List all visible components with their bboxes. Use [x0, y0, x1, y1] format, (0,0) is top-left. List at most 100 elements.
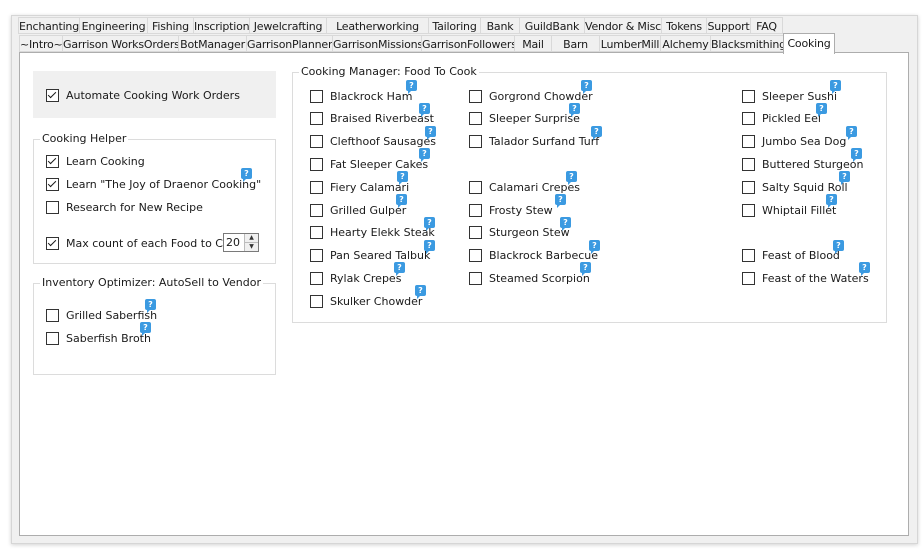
tab-support[interactable]: Support	[706, 17, 751, 34]
checkbox-box[interactable]	[46, 88, 59, 102]
braised-riverbeast-checkbox[interactable]: Braised Riverbeast	[310, 111, 434, 127]
spin-up-icon[interactable]: ▲	[244, 234, 258, 243]
help-icon[interactable]: ?	[419, 148, 430, 163]
skulker-chowder-checkbox[interactable]: Skulker Chowder	[310, 293, 422, 309]
checkbox-box[interactable]	[742, 203, 755, 217]
rylak-crepes-checkbox[interactable]: Rylak Crepes	[310, 270, 401, 286]
tab-guildbank[interactable]: GuildBank	[519, 17, 585, 34]
pickled-eel-checkbox[interactable]: Pickled Eel	[742, 111, 821, 127]
checkbox-box[interactable]	[310, 271, 323, 285]
tab-blacksmithing[interactable]: Blacksmithing	[710, 35, 784, 52]
learn-the-joy-of-draenor-cooking-checkbox[interactable]: Learn "The Joy of Draenor Cooking"	[46, 176, 261, 192]
checkbox-box[interactable]	[46, 177, 59, 191]
tab-bank[interactable]: Bank	[480, 17, 520, 34]
checkbox-box[interactable]	[742, 135, 755, 149]
help-icon[interactable]: ?	[424, 239, 435, 254]
checkbox-box[interactable]	[310, 89, 323, 103]
help-icon[interactable]: ?	[425, 125, 436, 140]
help-icon[interactable]: ?	[396, 194, 407, 208]
tab-alchemy[interactable]: Alchemy	[660, 35, 711, 52]
calamari-crepes-checkbox[interactable]: Calamari Crepes	[469, 179, 580, 195]
whiptail-fillet-checkbox[interactable]: Whiptail Fillet	[742, 202, 836, 218]
tab-garrison-worksorders[interactable]: Garrison WorksOrders	[62, 35, 179, 52]
help-icon[interactable]: ?	[419, 102, 430, 117]
tab-faq[interactable]: FAQ	[750, 17, 783, 34]
salty-squid-roll-checkbox[interactable]: Salty Squid Roll	[742, 179, 848, 195]
tab-jewelcrafting[interactable]: Jewelcrafting	[249, 17, 327, 34]
help-icon[interactable]: ?	[394, 262, 405, 277]
tab-lumbermill[interactable]: LumberMill	[599, 35, 661, 52]
tab-leatherworking[interactable]: Leatherworking	[326, 17, 429, 34]
help-icon[interactable]: ?	[833, 239, 844, 254]
hearty-elekk-steak-checkbox[interactable]: Hearty Elekk Steak	[310, 225, 435, 241]
clefthoof-sausages-checkbox[interactable]: Clefthoof Sausages	[310, 134, 436, 150]
checkbox-box[interactable]	[46, 154, 59, 168]
tab-mail[interactable]: Mail	[514, 35, 552, 52]
frosty-stew-checkbox[interactable]: Frosty Stew	[469, 202, 553, 218]
help-icon[interactable]: ?	[589, 239, 600, 254]
tab-garrisonplanner[interactable]: GarrisonPlanner	[246, 35, 333, 52]
pan-seared-talbuk-checkbox[interactable]: Pan Seared Talbuk	[310, 248, 430, 264]
checkbox-box[interactable]	[310, 180, 323, 194]
tab-cooking[interactable]: Cooking	[783, 33, 835, 54]
max-count-value[interactable]: 20	[226, 236, 240, 249]
checkbox-box[interactable]	[742, 271, 755, 285]
checkbox-box[interactable]	[742, 112, 755, 126]
checkbox-box[interactable]	[310, 226, 323, 240]
help-icon[interactable]: ?	[397, 171, 408, 186]
checkbox-box[interactable]	[310, 157, 323, 171]
help-icon[interactable]: ?	[566, 171, 577, 186]
checkbox-box[interactable]	[742, 89, 755, 103]
gorgrond-chowder-checkbox[interactable]: Gorgrond Chowder	[469, 88, 593, 104]
tab-garrisonmissions[interactable]: GarrisonMissions	[332, 35, 422, 52]
checkbox-box[interactable]	[310, 135, 323, 149]
checkbox-box[interactable]	[310, 112, 323, 126]
sleeper-sushi-checkbox[interactable]: Sleeper Sushi	[742, 88, 837, 104]
blackrock-barbecue-checkbox[interactable]: Blackrock Barbecue	[469, 248, 598, 264]
checkbox-box[interactable]	[469, 180, 482, 194]
fiery-calamari-checkbox[interactable]: Fiery Calamari	[310, 179, 409, 195]
help-icon[interactable]: ?	[591, 125, 602, 140]
checkbox-box[interactable]	[469, 89, 482, 103]
tab-barn[interactable]: Barn	[551, 35, 600, 52]
help-icon[interactable]: ?	[140, 322, 151, 336]
steamed-scorpion-checkbox[interactable]: Steamed Scorpion	[469, 270, 590, 286]
grilled-saberfish-checkbox[interactable]: Grilled Saberfish	[46, 307, 157, 323]
help-icon[interactable]: ?	[555, 194, 566, 208]
help-icon[interactable]: ?	[424, 216, 435, 231]
max-count-spinner[interactable]: 20 ▲ ▼	[223, 233, 259, 252]
checkbox-box[interactable]	[310, 294, 323, 308]
max-count-of-each-food-to-craft-checkbox[interactable]: Max count of each Food to Craft	[46, 235, 242, 251]
grilled-gulper-checkbox[interactable]: Grilled Gulper	[310, 202, 406, 218]
tab-botmanager[interactable]: BotManager	[178, 35, 247, 52]
help-icon[interactable]: ?	[851, 148, 862, 163]
checkbox-box[interactable]	[310, 203, 323, 217]
blackrock-ham-checkbox[interactable]: Blackrock Ham	[310, 88, 412, 104]
help-icon[interactable]: ?	[241, 168, 252, 182]
fat-sleeper-cakes-checkbox[interactable]: Fat Sleeper Cakes	[310, 156, 428, 172]
feast-of-blood-checkbox[interactable]: Feast of Blood	[742, 248, 840, 264]
tab-inscription[interactable]: Inscription	[193, 17, 250, 34]
help-icon[interactable]: ?	[581, 80, 592, 94]
saberfish-broth-checkbox[interactable]: Saberfish Broth	[46, 330, 151, 346]
checkbox-box[interactable]	[310, 249, 323, 263]
tab-engineering[interactable]: Engineering	[79, 17, 148, 34]
jumbo-sea-dog-checkbox[interactable]: Jumbo Sea Dog	[742, 134, 846, 150]
help-icon[interactable]: ?	[145, 299, 156, 313]
help-icon[interactable]: ?	[816, 102, 827, 117]
help-icon[interactable]: ?	[830, 80, 841, 94]
help-icon[interactable]: ?	[580, 262, 591, 277]
buttered-sturgeon-checkbox[interactable]: Buttered Sturgeon	[742, 156, 864, 172]
checkbox-box[interactable]	[742, 249, 755, 263]
checkbox-box[interactable]	[469, 203, 482, 217]
tab-vendor-misc[interactable]: Vendor & Misc	[584, 17, 662, 34]
talador-surfand-turf-checkbox[interactable]: Talador Surfand Turf	[469, 134, 599, 150]
checkbox-box[interactable]	[469, 271, 482, 285]
help-icon[interactable]: ?	[826, 194, 837, 208]
checkbox-box[interactable]	[46, 200, 59, 214]
help-icon[interactable]: ?	[415, 285, 426, 300]
help-icon[interactable]: ?	[859, 262, 870, 277]
checkbox-box[interactable]	[46, 331, 59, 345]
tab-tailoring[interactable]: Tailoring	[428, 17, 481, 34]
checkbox-box[interactable]	[469, 226, 482, 240]
